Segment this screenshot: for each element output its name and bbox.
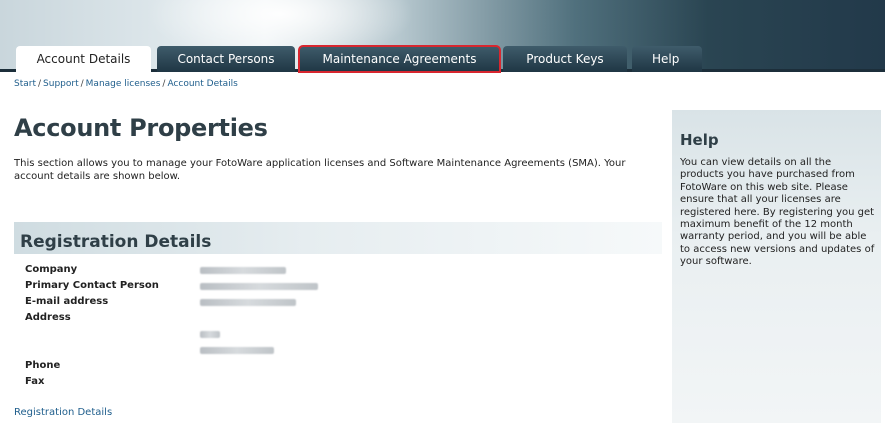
redacted-contact-value	[200, 283, 318, 290]
company-label: Company	[25, 264, 78, 275]
redacted-address-line	[200, 331, 220, 338]
phone-label: Phone	[25, 360, 61, 371]
breadcrumb: Start / Support / Manage licenses / Account De…	[14, 79, 238, 89]
help-text: You can view details on all the products…	[680, 157, 875, 268]
tab-contact-persons[interactable]: Contact Persons	[157, 46, 295, 72]
breadcrumb-separator: /	[38, 79, 42, 89]
address-label: Address	[25, 312, 71, 323]
page-title: Account Properties	[14, 114, 268, 142]
tab-maintenance-agreements[interactable]: Maintenance Agreements	[298, 45, 501, 73]
registration-details-link[interactable]: Registration Details	[14, 407, 112, 418]
email-label: E-mail address	[25, 296, 109, 307]
redacted-email-value	[200, 299, 296, 306]
registration-title: Registration Details	[20, 232, 212, 252]
tab-account-details[interactable]: Account Details	[16, 46, 151, 73]
primary-contact-label: Primary Contact Person	[25, 280, 159, 291]
intro-text: This section allows you to manage your F…	[14, 158, 626, 182]
breadcrumb-start[interactable]: Start	[14, 79, 36, 89]
tab-help[interactable]: Help	[632, 46, 702, 72]
breadcrumb-manage-licenses[interactable]: Manage licenses	[86, 79, 161, 89]
breadcrumb-support[interactable]: Support	[43, 79, 79, 89]
redacted-company-value	[200, 267, 286, 274]
tab-product-keys[interactable]: Product Keys	[503, 46, 627, 72]
fax-label: Fax	[25, 376, 45, 387]
help-title: Help	[680, 131, 719, 149]
redacted-address-line	[200, 347, 274, 354]
breadcrumb-account-details[interactable]: Account Details	[167, 79, 237, 89]
breadcrumb-separator: /	[80, 79, 84, 89]
